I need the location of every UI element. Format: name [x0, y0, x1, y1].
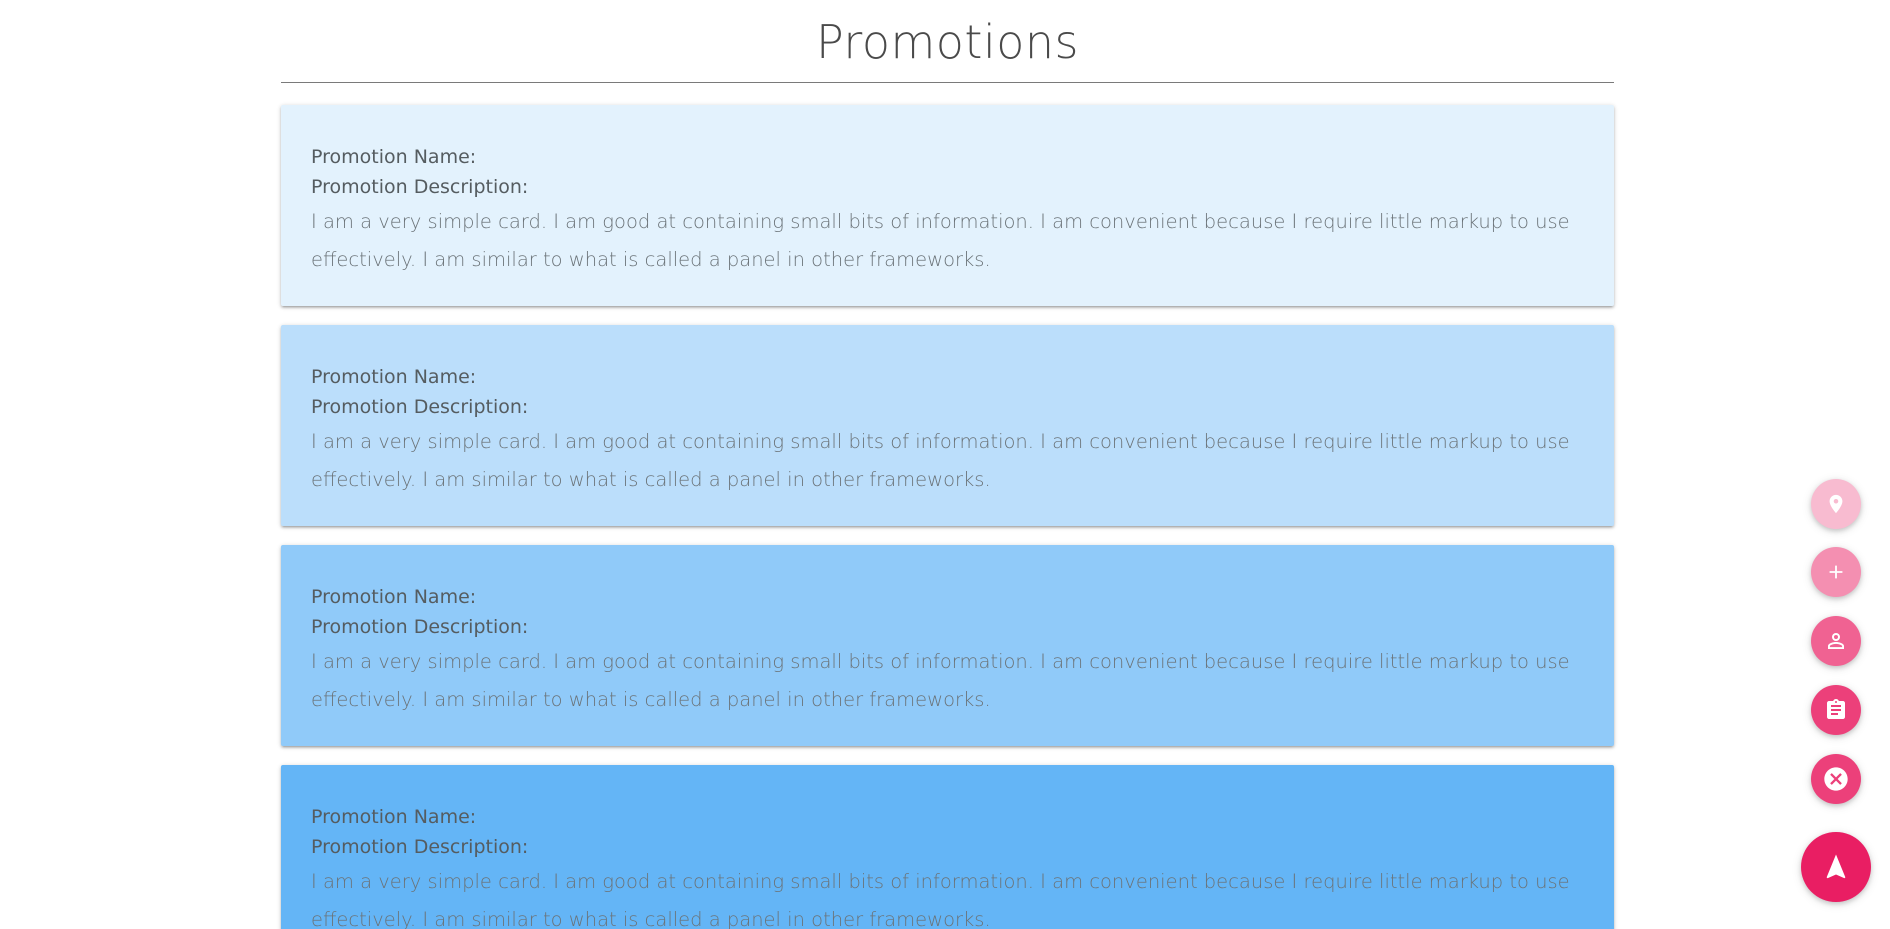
navigation-arrow-icon [1826, 854, 1846, 879]
title-divider [281, 82, 1614, 83]
promotion-description-label: Promotion Description: [311, 616, 529, 638]
page-title: Promotions [815, 15, 1079, 69]
promotions-page: Promotions Promotion Name: Promotion Des… [0, 0, 1890, 929]
location-pin-icon [1829, 494, 1843, 514]
promotion-description-label: Promotion Description: [311, 396, 529, 418]
promotion-description-text: I am a very simple card. I am good at co… [311, 210, 1570, 271]
promotion-name-label: Promotion Name: [311, 806, 477, 828]
location-button[interactable] [1811, 479, 1861, 529]
main-container: Promotions Promotion Name: Promotion Des… [281, 0, 1614, 929]
clipboard-icon [1827, 699, 1845, 719]
promotion-name-label: Promotion Name: [311, 366, 477, 388]
profile-button[interactable] [1811, 616, 1861, 666]
promotion-description-label: Promotion Description: [311, 836, 529, 858]
main-fab-button[interactable] [1801, 832, 1871, 902]
promotion-card: Promotion Name: Promotion Description: I… [281, 105, 1614, 306]
promotion-name-label: Promotion Name: [311, 146, 477, 168]
add-icon [1829, 565, 1843, 579]
clipboard-button[interactable] [1811, 685, 1861, 735]
close-circle-icon [1824, 767, 1848, 791]
promotion-description-text: I am a very simple card. I am good at co… [311, 430, 1570, 491]
promotion-card: Promotion Name: Promotion Description: I… [281, 765, 1614, 929]
promotion-card: Promotion Name: Promotion Description: I… [281, 325, 1614, 526]
promotion-description-text: I am a very simple card. I am good at co… [311, 870, 1570, 929]
promotion-description-text: I am a very simple card. I am good at co… [311, 650, 1570, 711]
promotion-card: Promotion Name: Promotion Description: I… [281, 545, 1614, 746]
person-icon [1828, 633, 1844, 649]
add-button[interactable] [1811, 547, 1861, 597]
promotion-description-label: Promotion Description: [311, 176, 529, 198]
promotion-name-label: Promotion Name: [311, 586, 477, 608]
close-button[interactable] [1811, 754, 1861, 804]
